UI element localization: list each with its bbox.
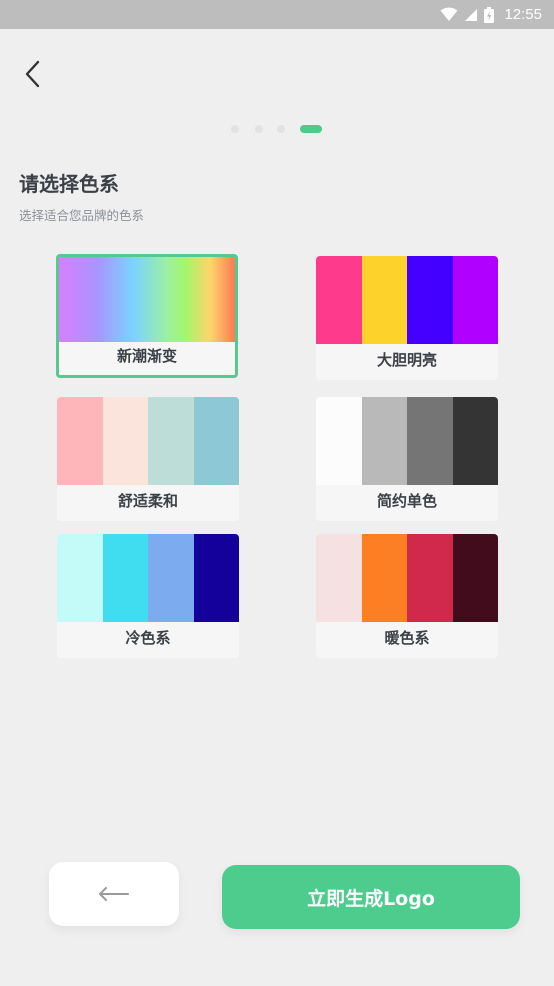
swatch-row <box>57 397 239 485</box>
color-swatch <box>361 534 407 622</box>
page-dot <box>231 125 239 133</box>
palette-label: 大胆明亮 <box>376 351 437 369</box>
color-swatch <box>407 397 453 485</box>
palette-card-warm[interactable]: 暖色系 <box>316 534 498 658</box>
chevron-left-icon <box>25 60 40 88</box>
color-swatch <box>361 256 407 344</box>
page-dot-active <box>300 125 322 133</box>
color-swatch <box>57 534 103 622</box>
palette-label: 暖色系 <box>384 629 430 647</box>
color-swatch <box>102 534 148 622</box>
page-indicator <box>0 124 554 134</box>
palette-card-bold-bright[interactable]: 大胆明亮 <box>316 256 498 380</box>
color-swatch <box>361 397 407 485</box>
battery-charging-icon <box>484 6 495 23</box>
palette-label: 舒适柔和 <box>117 492 178 510</box>
color-swatch <box>316 397 362 485</box>
page-subtitle: 选择适合您品牌的色系 <box>19 208 145 223</box>
status-time: 12:55 <box>504 6 542 23</box>
color-swatch <box>407 256 453 344</box>
palette-label: 新潮渐变 <box>116 347 177 365</box>
color-swatch <box>452 534 498 622</box>
color-swatch <box>193 534 239 622</box>
arrow-left-icon <box>99 887 129 901</box>
cellular-signal-icon <box>465 8 478 21</box>
palette-label: 简约单色 <box>376 492 437 510</box>
color-swatch <box>452 397 498 485</box>
swatch-row <box>316 397 498 485</box>
back-button[interactable] <box>18 58 50 90</box>
page-dot <box>277 125 285 133</box>
swatch-row <box>316 534 498 622</box>
color-swatch <box>148 397 194 485</box>
generate-logo-button[interactable]: 立即生成Logo <box>222 865 520 929</box>
palette-card-simple-mono[interactable]: 简约单色 <box>316 397 498 521</box>
color-swatch <box>316 534 362 622</box>
color-swatch <box>193 397 239 485</box>
color-swatch <box>407 534 453 622</box>
swatch-row <box>316 256 498 344</box>
page-title: 请选择色系 <box>19 172 119 196</box>
swatch-row <box>57 534 239 622</box>
previous-step-button[interactable] <box>49 862 179 926</box>
gradient-swatch <box>59 257 235 342</box>
palette-card-trendy-gradient[interactable]: 新潮渐变 <box>56 254 238 378</box>
color-swatch <box>452 256 498 344</box>
palette-card-soft-comfort[interactable]: 舒适柔和 <box>57 397 239 521</box>
palette-label: 冷色系 <box>125 629 171 647</box>
color-swatch <box>57 397 103 485</box>
color-swatch <box>148 534 194 622</box>
status-bar: 12:55 <box>0 0 554 29</box>
wifi-icon <box>440 7 458 21</box>
page-dot <box>255 125 263 133</box>
color-swatch <box>102 397 148 485</box>
color-swatch <box>316 256 362 344</box>
status-icons: 12:55 <box>440 0 542 29</box>
palette-card-cool[interactable]: 冷色系 <box>57 534 239 658</box>
